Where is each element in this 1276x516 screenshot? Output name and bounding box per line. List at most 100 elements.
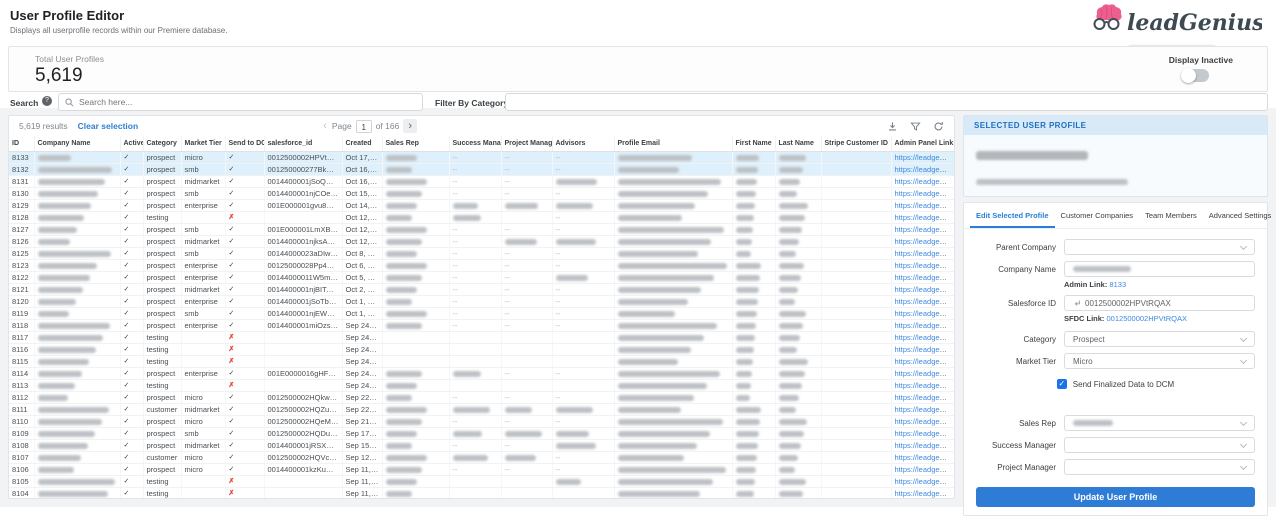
table-row[interactable]: 8118✓prospectenterprise✓0014400001miOzsA…: [9, 320, 954, 332]
admin-panel-link[interactable]: https://leadgen…: [895, 477, 952, 486]
filter-by-category-input[interactable]: [505, 93, 1268, 111]
tab-edit-selected-profile[interactable]: Edit Selected Profile: [970, 203, 1055, 228]
table-row[interactable]: 8120✓prospectenterprise✓0014400001jSoTbA…: [9, 296, 954, 308]
table-row[interactable]: 8112✓prospectmicro✓0012500002HQkwTQATSep…: [9, 392, 954, 404]
admin-panel-link[interactable]: https://leadgen…: [895, 453, 952, 462]
admin-panel-link[interactable]: https://leadgen…: [895, 429, 952, 438]
admin-panel-link[interactable]: https://leadgen…: [895, 489, 952, 498]
col-id[interactable]: ID: [9, 136, 34, 152]
admin-panel-link[interactable]: https://leadgen…: [895, 357, 952, 366]
refresh-icon[interactable]: [933, 121, 944, 132]
table-row[interactable]: 8114✓prospectenterprise✓001E0000016gHFUI…: [9, 368, 954, 380]
admin-panel-link[interactable]: https://leadgen…: [895, 189, 952, 198]
admin-panel-link[interactable]: https://leadgen…: [895, 405, 952, 414]
table-row[interactable]: 8130✓prospectsmb✓0014400001njCOeAAMOct 1…: [9, 188, 954, 200]
admin-panel-link[interactable]: https://leadgen…: [895, 261, 952, 270]
col-sales-rep[interactable]: Sales Rep: [382, 136, 449, 152]
col-send-to-dcm[interactable]: Send to DCM: [225, 136, 264, 152]
table-row[interactable]: 8110✓prospectmicro✓0012500002HQeMCXSep 2…: [9, 416, 954, 428]
col-stripe-customer-id[interactable]: Stripe Customer ID: [821, 136, 891, 152]
table-row[interactable]: 8121✓prospectmidmarket✓0014400001njBITAA…: [9, 284, 954, 296]
salesforce-id-input[interactable]: 0012500002HPVtRQAX: [1064, 295, 1255, 311]
col-created[interactable]: Created: [342, 136, 382, 152]
table-row[interactable]: 8116✓testing✗Sep 24, 2020https://leadgen…: [9, 344, 954, 356]
admin-panel-link[interactable]: https://leadgen…: [895, 441, 952, 450]
tab-advanced-settings[interactable]: Advanced Settings: [1203, 203, 1276, 228]
table-row[interactable]: 8113✓testing✗Sep 24, 2020https://leadgen…: [9, 380, 954, 392]
admin-panel-link[interactable]: https://leadgen…: [895, 333, 952, 342]
table-row[interactable]: 8132✓prospectsmb✓001250000277BkCQAQOct 1…: [9, 164, 954, 176]
admin-panel-link[interactable]: https://leadgen…: [895, 297, 952, 306]
admin-panel-link[interactable]: https://leadgen…: [895, 165, 952, 174]
col-last-name[interactable]: Last Name: [775, 136, 821, 152]
col-market-tier[interactable]: Market Tier: [181, 136, 225, 152]
admin-panel-link[interactable]: https://leadgen…: [895, 417, 952, 426]
table-row[interactable]: 8111✓customermidmarket✓0012500002HQZuNQA…: [9, 404, 954, 416]
admin-panel-link[interactable]: https://leadgen…: [895, 285, 952, 294]
table-row[interactable]: 8133✓prospectmicro✓0012500002HPVtRQAXOct…: [9, 152, 954, 164]
col-admin-panel-link[interactable]: Admin Panel Link: [891, 136, 954, 152]
table-row[interactable]: 8117✓testing✗Sep 24, 2020https://leadgen…: [9, 332, 954, 344]
table-row[interactable]: 8106✓prospectmicro✓0014400001kzKuUAAUSep…: [9, 464, 954, 476]
table-row[interactable]: 8125✓prospectsmb✓00144000023aDIwAAMOct 8…: [9, 248, 954, 260]
table-row[interactable]: 8105✓testing✗Sep 11, 2020https://leadgen…: [9, 476, 954, 488]
table-row[interactable]: 8119✓prospectsmb✓0014400001njEWFAA2Oct 1…: [9, 308, 954, 320]
col-advisors[interactable]: Advisors: [552, 136, 614, 152]
table-row[interactable]: 8127✓prospectsmb✓001E000001LmXBHIA3Oct 1…: [9, 224, 954, 236]
table-row[interactable]: 8115✓testing✗Sep 24, 2020https://leadgen…: [9, 356, 954, 368]
admin-panel-link[interactable]: https://leadgen…: [895, 393, 952, 402]
update-user-profile-button[interactable]: Update User Profile: [976, 487, 1255, 507]
admin-panel-link[interactable]: https://leadgen…: [895, 273, 952, 282]
table-row[interactable]: 8104✓testing✗Sep 11, 2020https://leadgen…: [9, 488, 954, 500]
col-salesforce-id[interactable]: salesforce_id: [264, 136, 342, 152]
admin-panel-link[interactable]: https://leadgen…: [895, 225, 952, 234]
col-active[interactable]: Active: [120, 136, 143, 152]
admin-panel-link[interactable]: https://leadgen…: [895, 237, 952, 246]
tab-customer-companies[interactable]: Customer Companies: [1055, 203, 1140, 228]
market-tier-select[interactable]: Micro: [1064, 353, 1255, 369]
chevron-left-icon[interactable]: ‹: [318, 119, 332, 133]
parent-company-select[interactable]: [1064, 239, 1255, 255]
admin-link[interactable]: 8133: [1109, 280, 1126, 289]
help-icon[interactable]: ?: [42, 96, 52, 106]
sfdc-link[interactable]: 0012500002HPVtRQAX: [1107, 314, 1187, 323]
display-inactive-toggle[interactable]: [1181, 69, 1209, 82]
table-row[interactable]: 8131✓prospectmidmarket✓0014400001jSoQDAA…: [9, 176, 954, 188]
dcm-checkbox[interactable]: ✓: [1057, 379, 1067, 389]
table-row[interactable]: 8129✓prospectenterprise✓001E000001gvu8YI…: [9, 200, 954, 212]
admin-panel-link[interactable]: https://leadgen…: [895, 309, 952, 318]
table-row[interactable]: 8107✓customermicro✓0012500002HQVcFQAXSep…: [9, 452, 954, 464]
col-profile-email[interactable]: Profile Email: [614, 136, 732, 152]
admin-panel-link[interactable]: https://leadgen…: [895, 381, 952, 390]
chevron-right-icon[interactable]: ›: [403, 119, 417, 133]
col-project-manager[interactable]: Project Manager: [501, 136, 552, 152]
project-manager-select[interactable]: [1064, 459, 1255, 475]
table-row[interactable]: 8122✓prospectenterprise✓00144000011W5m3A…: [9, 272, 954, 284]
col-success-manager[interactable]: Success Manager: [449, 136, 501, 152]
tab-team-members[interactable]: Team Members: [1139, 203, 1203, 228]
success-manager-select[interactable]: [1064, 437, 1255, 453]
table-row[interactable]: 8126✓prospectmidmarket✓0014400001njksAAA…: [9, 236, 954, 248]
table-row[interactable]: 8109✓prospectsmb✓0012500002HQDuZQAXSep 1…: [9, 428, 954, 440]
sales-rep-select[interactable]: [1064, 415, 1255, 431]
company-name-input[interactable]: [1064, 261, 1255, 277]
admin-panel-link[interactable]: https://leadgen…: [895, 201, 952, 210]
admin-panel-link[interactable]: https://leadgen…: [895, 177, 952, 186]
admin-panel-link[interactable]: https://leadgen…: [895, 249, 952, 258]
admin-panel-link[interactable]: https://leadgen…: [895, 465, 952, 474]
table-row[interactable]: 8108✓prospectmidmarket✓0014400001jRSXBAA…: [9, 440, 954, 452]
col-first-name[interactable]: First Name: [732, 136, 775, 152]
admin-panel-link[interactable]: https://leadgen…: [895, 321, 952, 330]
search-input[interactable]: [79, 97, 416, 107]
category-select[interactable]: Prospect: [1064, 331, 1255, 347]
admin-panel-link[interactable]: https://leadgen…: [895, 153, 952, 162]
col-category[interactable]: Category: [143, 136, 181, 152]
admin-panel-link[interactable]: https://leadgen…: [895, 369, 952, 378]
page-input[interactable]: 1: [356, 120, 372, 133]
clear-selection-link[interactable]: Clear selection: [78, 121, 138, 131]
filter-icon[interactable]: [910, 121, 921, 132]
col-company-name[interactable]: Company Name: [34, 136, 120, 152]
admin-panel-link[interactable]: https://leadgen…: [895, 213, 952, 222]
admin-panel-link[interactable]: https://leadgen…: [895, 345, 952, 354]
table-row[interactable]: 8123✓prospectenterprise✓00125000028Pp4PQ…: [9, 260, 954, 272]
